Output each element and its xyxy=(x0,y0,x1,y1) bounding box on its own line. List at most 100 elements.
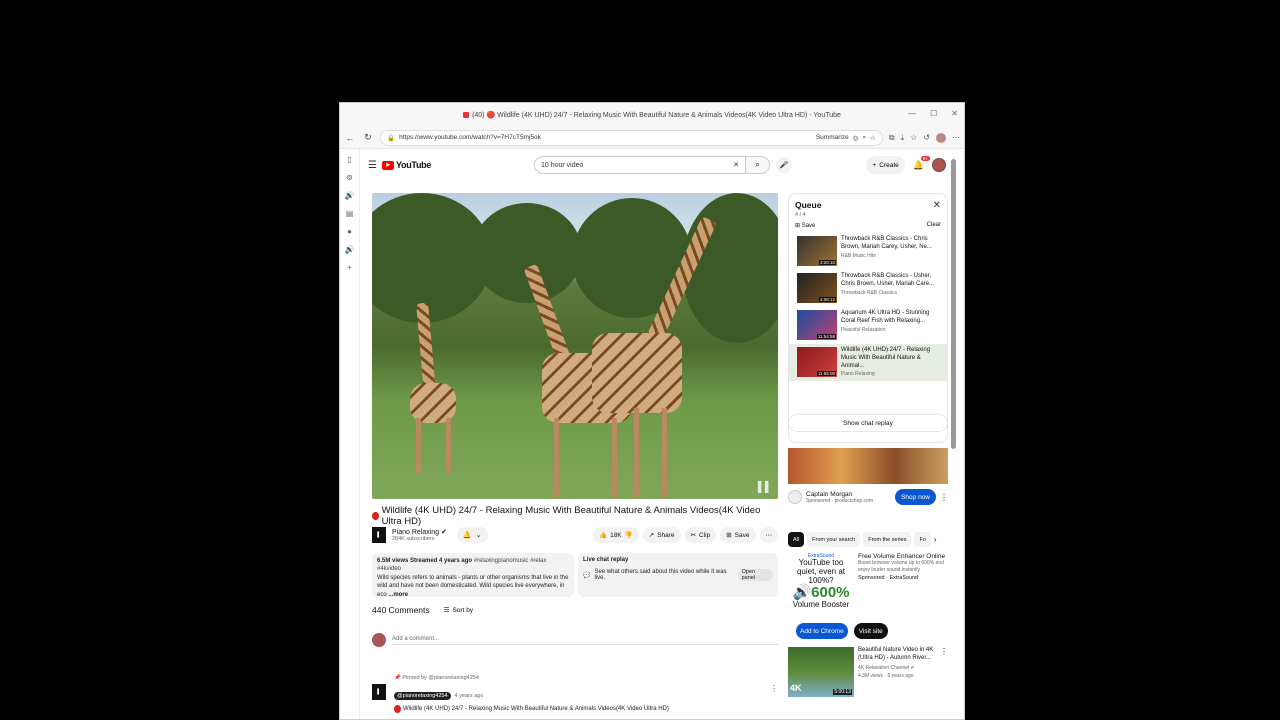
video-actions: 👍 18K 👎 ↗ Share ✂ Clip ⊞ Save ⋯ xyxy=(592,527,778,543)
menu-icon[interactable]: ☰ xyxy=(368,160,382,171)
live-dot-icon xyxy=(394,705,401,713)
sidebar-tab-icon-2[interactable]: ▤ xyxy=(346,209,354,218)
queue-item-channel: Peaceful Relaxation xyxy=(841,326,886,333)
channel-name[interactable]: Piano Relaxing ✔ xyxy=(392,528,447,536)
4k-badge: 4K xyxy=(790,683,802,693)
youtube-page: ☰ ▶ YouTube 10 hour video ✕ ⌕ 🎤 + Create… xyxy=(360,149,956,719)
live-chat-text: See what others said about this video wh… xyxy=(594,569,727,581)
duration: 3:20:10 xyxy=(818,260,836,265)
add-comment-input[interactable]: Add a comment... xyxy=(392,636,778,645)
notifications-button[interactable]: 🔔 9+ xyxy=(913,155,930,171)
sidebar-tab-icon-3[interactable]: ● xyxy=(347,227,352,236)
search-button[interactable]: ⌕ xyxy=(746,156,770,174)
subscriber-count: 284K subscribers xyxy=(392,536,435,542)
queue-item-title: Throwback R&B Classics - Chris Brown, Ma… xyxy=(841,236,932,250)
url-field[interactable]: 🔒 https://www.youtube.com/watch?v=7H7cT5… xyxy=(380,129,883,146)
thumbs-down-icon[interactable]: 👎 xyxy=(625,531,633,539)
create-label: Create xyxy=(879,161,899,169)
rec-menu-icon[interactable]: ⋮ xyxy=(940,647,948,697)
create-button[interactable]: + Create xyxy=(866,156,905,174)
comment-menu-icon[interactable]: ⋮ xyxy=(770,684,778,713)
page-scrollbar[interactable] xyxy=(951,159,956,449)
pinned-comment: 📌 Pinned by @pianorelaxing4254 ▌ @pianor… xyxy=(372,675,778,713)
more-link[interactable]: ...more xyxy=(388,592,408,598)
promo-title[interactable]: Free Volume Enhancer Online xyxy=(858,553,948,560)
maximize-button[interactable]: ☐ xyxy=(930,109,937,118)
bookmark-icon: ⊞ xyxy=(795,223,801,229)
clip-button[interactable]: ✂ Clip xyxy=(684,527,717,543)
verified-icon: ✔ xyxy=(910,664,915,671)
ad-menu-icon[interactable]: ⋮ xyxy=(940,493,948,502)
channel-avatar[interactable]: ▌ xyxy=(372,527,386,543)
shop-now-button[interactable]: Shop now xyxy=(895,489,936,505)
recommended-video[interactable]: 4K 5:00:13 Beautiful Nature Video in 4K … xyxy=(788,647,948,697)
voice-search-button[interactable]: 🎤 xyxy=(776,157,792,173)
more-actions-button[interactable]: ⋯ xyxy=(759,527,778,543)
chip-from-series[interactable]: From the series xyxy=(863,532,912,547)
chip-from-search[interactable]: From your search xyxy=(807,532,861,547)
visit-site-button[interactable]: Visit site xyxy=(853,623,888,639)
like-button[interactable]: 👍 18K 👎 xyxy=(592,527,639,543)
comment-author[interactable]: @pianorelaxing4254 xyxy=(394,692,451,700)
live-chat-replay-box: Live chat replay 💬 See what others said … xyxy=(578,553,778,597)
share-button[interactable]: ↗ Share xyxy=(642,527,681,543)
live-chat-row: 💬 See what others said about this video … xyxy=(583,569,773,581)
favorite-star-icon[interactable]: ☆ xyxy=(870,134,876,142)
ad-banner-image[interactable] xyxy=(788,448,948,484)
search-icon: ⌕ xyxy=(755,160,760,169)
tree-shape-2 xyxy=(472,203,582,303)
speaker-icon: 🔊 xyxy=(792,584,812,602)
queue-save-button[interactable]: ⊞ Save xyxy=(795,222,815,229)
giraffe-leg xyxy=(554,418,559,498)
new-tab-icon[interactable]: + xyxy=(347,263,352,272)
extensions-icon[interactable]: ⧉ xyxy=(889,133,895,143)
chip-all[interactable]: All xyxy=(788,532,805,547)
back-icon[interactable]: ← xyxy=(344,132,356,144)
queue-item[interactable]: 3:20:10 Throwback R&B Classics - Chris B… xyxy=(795,233,941,270)
show-chat-replay-button[interactable]: Show chat replay xyxy=(788,414,948,432)
channel-name-text: Piano Relaxing xyxy=(392,529,440,536)
queue-item[interactable]: 2:08:12 Throwback R&B Classics - Usher, … xyxy=(795,270,941,307)
queue-item-current[interactable]: 11:55:00 Wildlife (4K UHD) 24/7 - Relaxi… xyxy=(789,344,947,381)
rec-channel: 4K Relaxation Channel ✔ xyxy=(858,665,936,671)
collections-icon[interactable]: ☆ xyxy=(910,133,917,142)
more-menu-icon[interactable]: ⋯ xyxy=(952,133,960,142)
close-window-button[interactable]: ✕ xyxy=(951,109,958,118)
audio-tab-icon-2[interactable]: 🔊 xyxy=(345,245,355,254)
queue-item[interactable]: 11:54:58 Aquarium 4K Ultra HD - Stunning… xyxy=(795,307,941,344)
rec-meta: 4.3M views · 5 years ago xyxy=(858,672,914,679)
comment-time[interactable]: 4 years ago xyxy=(455,693,484,699)
add-to-chrome-button[interactable]: Add to Chrome xyxy=(796,623,848,639)
audio-tab-icon[interactable]: 🔊 xyxy=(345,191,355,200)
video-player[interactable]: ▌▌ xyxy=(372,193,778,499)
zoom-icon[interactable]: ⌕ xyxy=(862,134,866,142)
sidebar-tab-icon[interactable]: ⊚ xyxy=(346,173,353,182)
profile-avatar[interactable] xyxy=(936,132,946,143)
description-box[interactable]: 6.5M views Streamed 4 years ago #relaxin… xyxy=(372,553,574,598)
save-button[interactable]: ⊞ Save xyxy=(720,527,756,543)
queue-count: 4 / 4 xyxy=(795,212,806,218)
queue-item-channel: R&B Music Hits xyxy=(841,252,876,259)
queue-item-channel: Piano Relaxing xyxy=(841,371,875,378)
copilot-icon[interactable]: ◎ xyxy=(853,134,859,142)
open-panel-button[interactable]: Open panel xyxy=(737,569,773,581)
minimize-button[interactable]: — xyxy=(908,109,916,118)
tab-actions-icon[interactable]: ▯ xyxy=(347,155,351,164)
youtube-logo[interactable]: ▶ YouTube xyxy=(382,160,431,170)
mic-icon: 🎤 xyxy=(779,162,789,169)
history-icon[interactable]: ↺ xyxy=(923,133,930,142)
rec-title: Beautiful Nature Video in 4K (Ultra HD) … xyxy=(858,647,934,661)
close-icon[interactable]: ✕ xyxy=(933,200,941,211)
summarize-button[interactable]: Summarize xyxy=(816,134,849,141)
clear-search-icon[interactable]: ✕ xyxy=(733,161,739,169)
account-avatar[interactable] xyxy=(932,158,946,172)
search-input[interactable]: 10 hour video ✕ xyxy=(534,156,746,174)
sort-button[interactable]: ☰ Sort by xyxy=(444,606,473,615)
download-icon[interactable]: ⤓ xyxy=(901,133,905,143)
subscribed-button[interactable]: 🔔 ⌄ xyxy=(456,527,488,543)
chip-more[interactable]: Fo xyxy=(914,532,931,547)
queue-clear-button[interactable]: Clear xyxy=(927,222,941,229)
chevron-right-icon[interactable]: › xyxy=(934,535,937,544)
refresh-icon[interactable]: ↻ xyxy=(362,132,374,144)
commenter-avatar[interactable]: ▌ xyxy=(372,684,386,700)
